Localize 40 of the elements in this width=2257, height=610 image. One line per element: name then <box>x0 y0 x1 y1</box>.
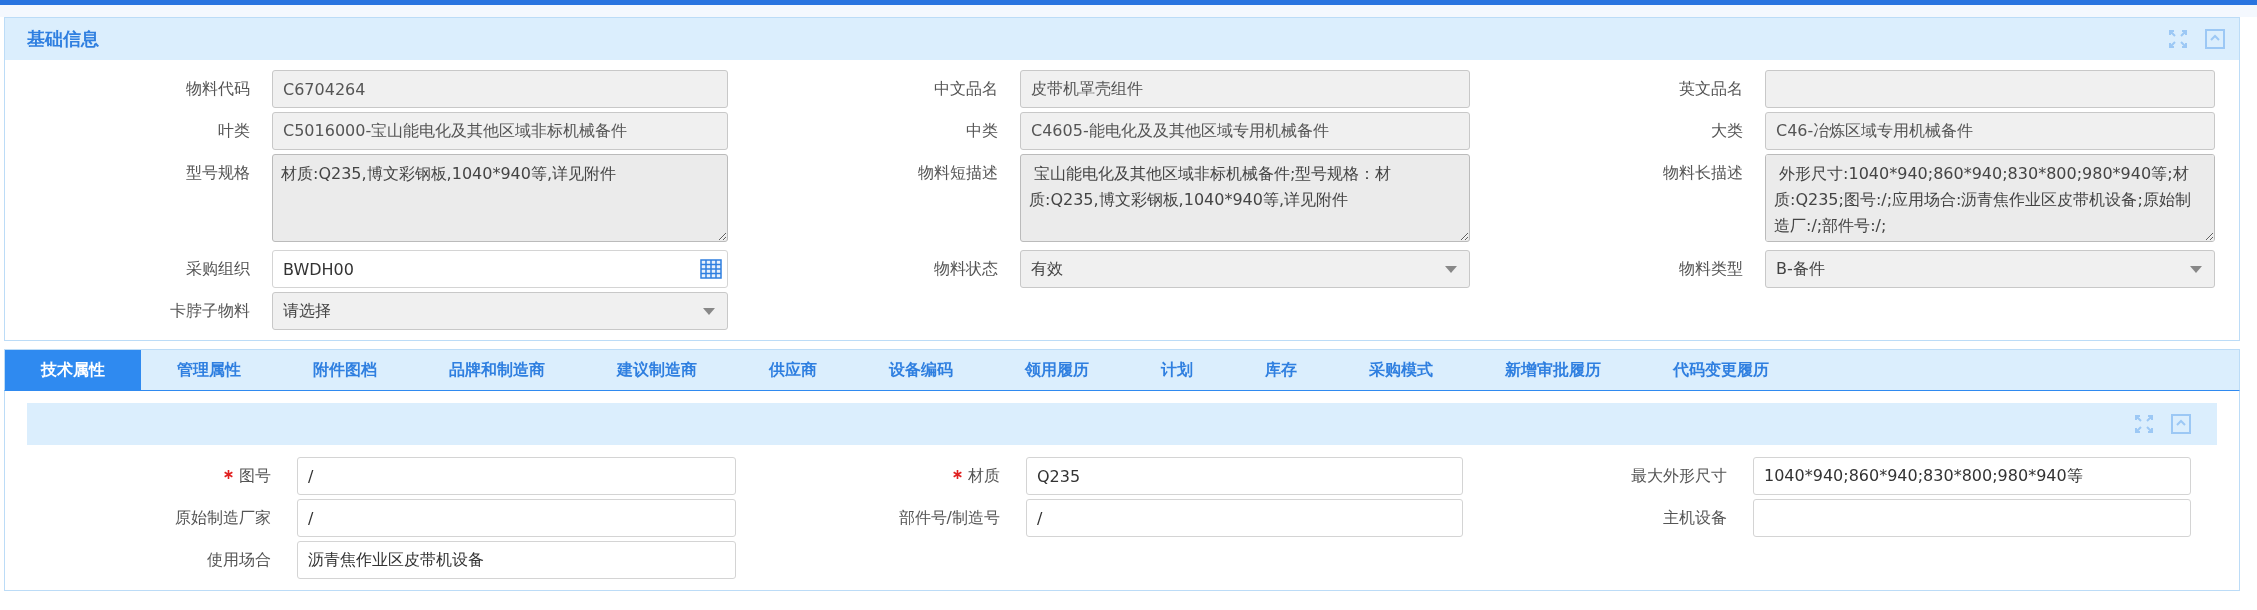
field-label: 物料短描述 <box>918 163 998 183</box>
field-label: 最大外形尺寸 <box>1631 466 1727 486</box>
caret-icon <box>2190 265 2202 273</box>
field-label: 材质 <box>968 466 1000 486</box>
field-label: 英文品名 <box>1679 79 1743 99</box>
field-label: 部件号/制造号 <box>898 508 1000 528</box>
field-label: 主机设备 <box>1663 508 1727 528</box>
field-label: 图号 <box>239 466 271 486</box>
field-label: 叶类 <box>218 121 250 141</box>
text-field[interactable]: / <box>1026 499 1463 537</box>
text-field[interactable]: 1040*940;860*940;830*800;980*940等 <box>1753 457 2191 495</box>
field-label: 物料代码 <box>186 79 250 99</box>
caret-icon <box>1445 265 1457 273</box>
field-label: 采购组织 <box>186 259 250 279</box>
required-icon <box>224 470 233 479</box>
field-label: 原始制造厂家 <box>175 508 271 528</box>
expand-icon[interactable] <box>2135 415 2153 433</box>
field-label: 使用场合 <box>207 550 271 570</box>
caret-icon <box>703 307 715 315</box>
field-label: 中文品名 <box>934 79 998 99</box>
picker-field[interactable]: BWDH00 <box>272 250 728 288</box>
field-label: 物料状态 <box>934 259 998 279</box>
text-field[interactable]: 沥青焦作业区皮带机设备 <box>297 541 736 579</box>
collapse-icon[interactable] <box>2171 414 2191 434</box>
panel-title: 基础信息 <box>27 27 99 51</box>
expand-icon[interactable] <box>2169 30 2187 48</box>
collapse-icon[interactable] <box>2205 29 2225 49</box>
tab[interactable]: 技术属性 <box>5 350 141 390</box>
field-label: 卡脖子物料 <box>170 301 250 321</box>
text-field[interactable]: / <box>297 499 736 537</box>
field-label: 大类 <box>1711 121 1743 141</box>
field-label: 型号规格 <box>186 163 250 183</box>
text-field[interactable]: Q235 <box>1026 457 1463 495</box>
field-label: 物料长描述 <box>1663 163 1743 183</box>
field-label: 中类 <box>966 121 998 141</box>
text-field[interactable]: / <box>297 457 736 495</box>
text-field[interactable] <box>1753 499 2191 537</box>
field-label: 物料类型 <box>1679 259 1743 279</box>
required-icon <box>953 470 962 479</box>
calendar-icon[interactable] <box>700 259 722 279</box>
